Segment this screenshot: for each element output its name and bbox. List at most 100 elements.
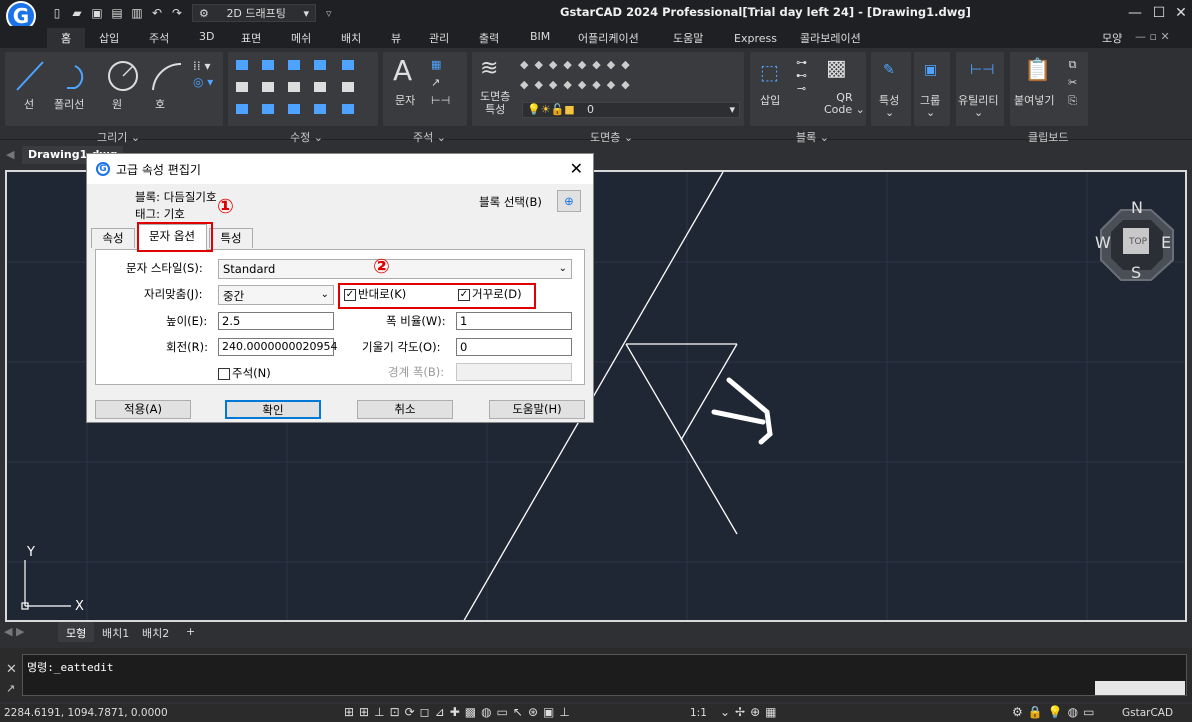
properties-icon[interactable]: ✎ bbox=[883, 62, 895, 78]
viewcube-top[interactable]: TOP bbox=[1128, 237, 1148, 247]
close-command-icon[interactable]: ✕ bbox=[6, 662, 17, 677]
tab-layout[interactable]: 배치 bbox=[341, 30, 361, 46]
customize-qat-icon[interactable]: ▿ bbox=[326, 7, 332, 20]
layout-nav-icons[interactable]: ◀ ▶ bbox=[4, 625, 24, 638]
tab-insert[interactable]: 삽입 bbox=[99, 30, 119, 46]
viewcube-north[interactable]: N bbox=[1131, 198, 1143, 217]
tool-layer-properties[interactable]: 도면층 특성 bbox=[480, 90, 510, 116]
tab-layout1[interactable]: 배치1 bbox=[102, 625, 129, 641]
tab-properties[interactable]: 특성 bbox=[209, 228, 253, 248]
ok-button[interactable]: 확인 bbox=[225, 400, 321, 419]
height-input[interactable]: 2.5 bbox=[218, 312, 334, 330]
tab-manage[interactable]: 관리 bbox=[429, 30, 449, 46]
table-icon[interactable]: ▦ bbox=[431, 58, 441, 71]
layer-tool-icons-row2[interactable]: ◆◆◆◆◆◆◆◆ bbox=[520, 78, 636, 91]
qr-code-icon[interactable]: ▩ bbox=[826, 56, 847, 81]
tab-express[interactable]: Express bbox=[734, 32, 777, 45]
tab-model[interactable]: 모형 bbox=[58, 622, 95, 642]
tab-applications[interactable]: 어플리케이션 bbox=[578, 30, 639, 46]
cut-copy-icons[interactable]: ⧉ ✂ ⎘ bbox=[1068, 56, 1077, 110]
add-layout-tab[interactable]: + bbox=[186, 625, 195, 638]
undo-icon[interactable]: ↶ bbox=[150, 6, 164, 20]
tab-layout2[interactable]: 배치2 bbox=[142, 625, 169, 641]
redo-icon[interactable]: ↷ bbox=[170, 6, 184, 20]
paste-icon[interactable]: 📋 bbox=[1024, 58, 1051, 83]
panel-layer-label[interactable]: 도면층 ⌄ bbox=[590, 129, 633, 145]
oblique-angle-input[interactable]: 0 bbox=[456, 338, 572, 356]
save-icon[interactable]: ▣ bbox=[90, 6, 104, 20]
status-toggle-icons[interactable]: ⊞⊞⊥⊡⟳◻⊿✚▩◍▭↖⊛▣⊥ bbox=[344, 705, 575, 719]
viewcube-south[interactable]: S bbox=[1131, 263, 1141, 282]
group-icon[interactable]: ▣ bbox=[924, 62, 937, 78]
command-hscrollbar[interactable] bbox=[1095, 681, 1185, 695]
viewcube-east[interactable]: E bbox=[1161, 233, 1171, 252]
width-factor-input[interactable]: 1 bbox=[456, 312, 572, 330]
save-as-icon[interactable]: ▤ bbox=[110, 6, 124, 20]
status-toggle-icons-2[interactable]: ⌄✢⊕▦ bbox=[720, 705, 782, 719]
chevron-down-icon[interactable]: ⌄ bbox=[974, 106, 983, 119]
open-folder-icon[interactable]: ▰ bbox=[70, 6, 84, 20]
command-line[interactable]: 명령:_eattedit bbox=[22, 654, 1187, 696]
close-icon[interactable]: ✕ bbox=[1172, 4, 1190, 22]
tab-scroll-left-icon[interactable]: ◀ bbox=[6, 148, 14, 161]
tab-surface[interactable]: 표면 bbox=[241, 30, 261, 46]
layer-tool-icons-row1[interactable]: ◆◆◆◆◆◆◆◆ bbox=[520, 58, 636, 71]
leader-icon[interactable]: ↗ bbox=[431, 76, 440, 89]
mdi-window-controls[interactable]: — ▫ ✕ bbox=[1135, 30, 1170, 43]
dimension-icon[interactable]: ⊢⊣ bbox=[431, 94, 450, 107]
symbol-text-mark[interactable] bbox=[711, 377, 773, 445]
cancel-button[interactable]: 취소 bbox=[357, 400, 453, 419]
tab-collaboration[interactable]: 콜라보레이션 bbox=[800, 30, 861, 46]
apply-button[interactable]: 적용(A) bbox=[95, 400, 191, 419]
help-button[interactable]: 도움말(H) bbox=[489, 400, 585, 419]
tool-qr-code[interactable]: QR Code ⌄ bbox=[824, 92, 865, 116]
new-file-icon[interactable]: ▯ bbox=[50, 6, 64, 20]
status-tray-icons[interactable]: ⚙🔒💡◍▭ bbox=[1012, 705, 1099, 719]
annotative-check-icon[interactable] bbox=[218, 367, 230, 380]
annotative-checkbox[interactable]: 주석(N) bbox=[218, 365, 271, 381]
measure-icon[interactable]: ⊢⊣ bbox=[970, 62, 994, 78]
minimize-icon[interactable]: — bbox=[1126, 4, 1144, 22]
shape-menu[interactable]: 모양 bbox=[1102, 30, 1122, 46]
justify-select[interactable]: 중간 ⌄ bbox=[218, 285, 334, 305]
workspace-dropdown[interactable]: ⚙ 2D 드래프팅 ▾ bbox=[192, 4, 316, 22]
tab-help[interactable]: 도움말 bbox=[673, 30, 703, 46]
tab-attributes[interactable]: 속성 bbox=[91, 228, 135, 248]
annotation-scale[interactable]: 1:1 bbox=[690, 707, 707, 719]
viewcube-west[interactable]: W bbox=[1095, 233, 1111, 252]
maximize-icon[interactable]: ☐ bbox=[1150, 4, 1168, 22]
justify-value: 중간 bbox=[223, 289, 245, 303]
block-edit-icons[interactable]: ⊶ ⊷ ⊸ bbox=[796, 56, 807, 95]
panel-draw-label[interactable]: 그리기 ⌄ bbox=[97, 129, 140, 145]
tab-output[interactable]: 출력 bbox=[479, 30, 499, 46]
text-style-label: 문자 스타일(S): bbox=[126, 261, 203, 275]
tool-paste[interactable]: 붙여넣기 bbox=[1014, 92, 1054, 108]
print-icon[interactable]: ▥ bbox=[130, 6, 144, 20]
tab-home[interactable]: 홈 bbox=[47, 28, 86, 48]
tab-mesh[interactable]: 메쉬 bbox=[291, 30, 311, 46]
tool-line[interactable]: 선 bbox=[24, 96, 34, 112]
text-tool-icon[interactable]: A bbox=[393, 54, 412, 87]
tab-bim[interactable]: BIM bbox=[530, 30, 550, 43]
text-style-select[interactable]: Standard ⌄ bbox=[218, 259, 572, 279]
tool-polyline[interactable]: 폴리선 bbox=[54, 96, 84, 112]
tool-insert[interactable]: 삽입 bbox=[760, 92, 780, 108]
layer-properties-icon[interactable]: ≋ bbox=[480, 56, 498, 81]
panel-annotation-label[interactable]: 주석 ⌄ bbox=[413, 129, 446, 145]
select-block-button[interactable]: ⊕ bbox=[557, 190, 581, 212]
tab-3d[interactable]: 3D bbox=[199, 30, 214, 43]
tool-circle[interactable]: 원 bbox=[112, 96, 122, 112]
tab-annotate[interactable]: 주석 bbox=[149, 30, 169, 46]
insert-block-icon[interactable]: ⬚ bbox=[760, 60, 779, 84]
tool-arc[interactable]: 호 bbox=[155, 96, 165, 112]
tool-text[interactable]: 문자 bbox=[395, 92, 415, 108]
chevron-down-icon[interactable]: ⌄ bbox=[885, 106, 894, 119]
panel-block-label[interactable]: 블록 ⌄ bbox=[796, 129, 829, 145]
panel-modify-label[interactable]: 수정 ⌄ bbox=[290, 129, 323, 145]
layer-dropdown[interactable]: 💡☀🔓■ 0 ▾ bbox=[522, 102, 740, 118]
rotation-input[interactable]: 240.0000000020954 bbox=[218, 338, 337, 356]
command-settings-icon[interactable]: ↗ bbox=[6, 682, 15, 695]
tab-view[interactable]: 뷰 bbox=[391, 30, 401, 46]
dialog-close-icon[interactable]: ✕ bbox=[570, 159, 583, 178]
chevron-down-icon[interactable]: ⌄ bbox=[926, 106, 935, 119]
